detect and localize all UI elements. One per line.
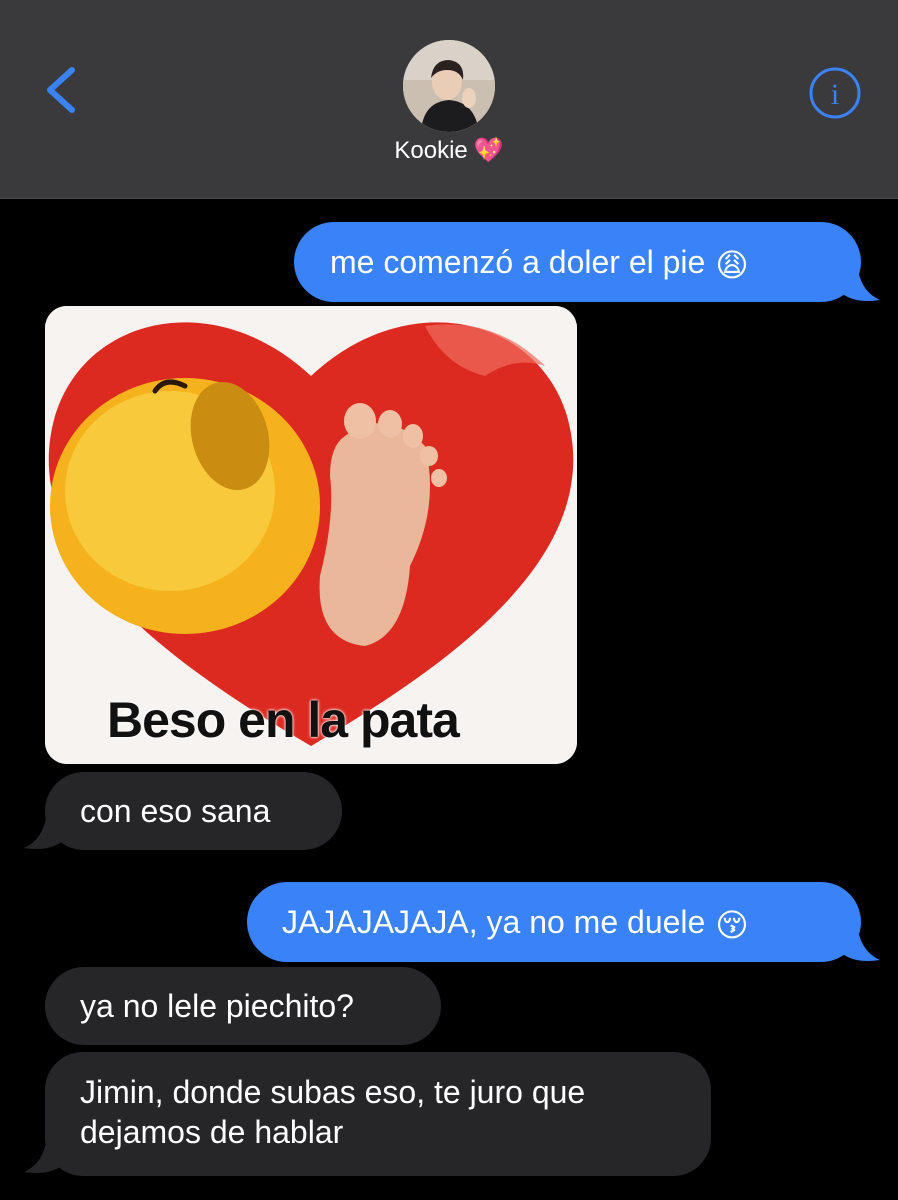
meme-image[interactable]: Beso en la pata (45, 306, 577, 764)
svg-text:i: i (831, 78, 839, 111)
conversation-header: Kookie 💖 i (0, 0, 898, 199)
sent-message-bubble[interactable]: me comenzó a doler el pie 😩 (294, 222, 861, 302)
message-text-line-1: Jimin, donde subas eso, te juro que (80, 1074, 586, 1110)
sent-bubble-tail (840, 930, 880, 961)
sent-bubble-tail (840, 270, 880, 301)
sent-message-bubble[interactable]: JAJAJAJAJA, ya no me duele 😚 (247, 882, 861, 962)
sparkling-heart-emoji: 💖 (473, 137, 504, 164)
received-message-bubble[interactable]: con eso sana (45, 772, 342, 850)
chevron-left-icon (47, 67, 75, 113)
info-circle-icon: i (809, 67, 861, 119)
contact-name-label: Kookie (394, 137, 468, 164)
back-button[interactable] (40, 62, 84, 118)
contact-name[interactable]: Kookie 💖 (0, 134, 898, 168)
info-button[interactable]: i (808, 66, 862, 120)
kissing-face-emoji: 😚 (715, 906, 749, 943)
message-text: con eso sana (80, 793, 271, 829)
avatar-photo (403, 40, 495, 132)
received-message-bubble[interactable]: ya no lele piechito? (45, 967, 441, 1045)
contact-avatar[interactable] (403, 40, 495, 132)
received-bubble-tail (24, 1142, 64, 1173)
message-text: me comenzó a doler el pie (330, 244, 706, 280)
message-text: JAJAJAJAJA, ya no me duele (282, 904, 706, 940)
meme-caption: Beso en la pata (107, 692, 460, 748)
weary-face-emoji: 😩 (715, 246, 749, 283)
message-text: ya no lele piechito? (80, 988, 354, 1024)
received-bubble-tail (24, 818, 64, 849)
received-message-bubble[interactable]: Jimin, donde subas eso, te juro que deja… (45, 1052, 711, 1176)
message-text-line-2: dejamos de hablar (80, 1114, 344, 1150)
